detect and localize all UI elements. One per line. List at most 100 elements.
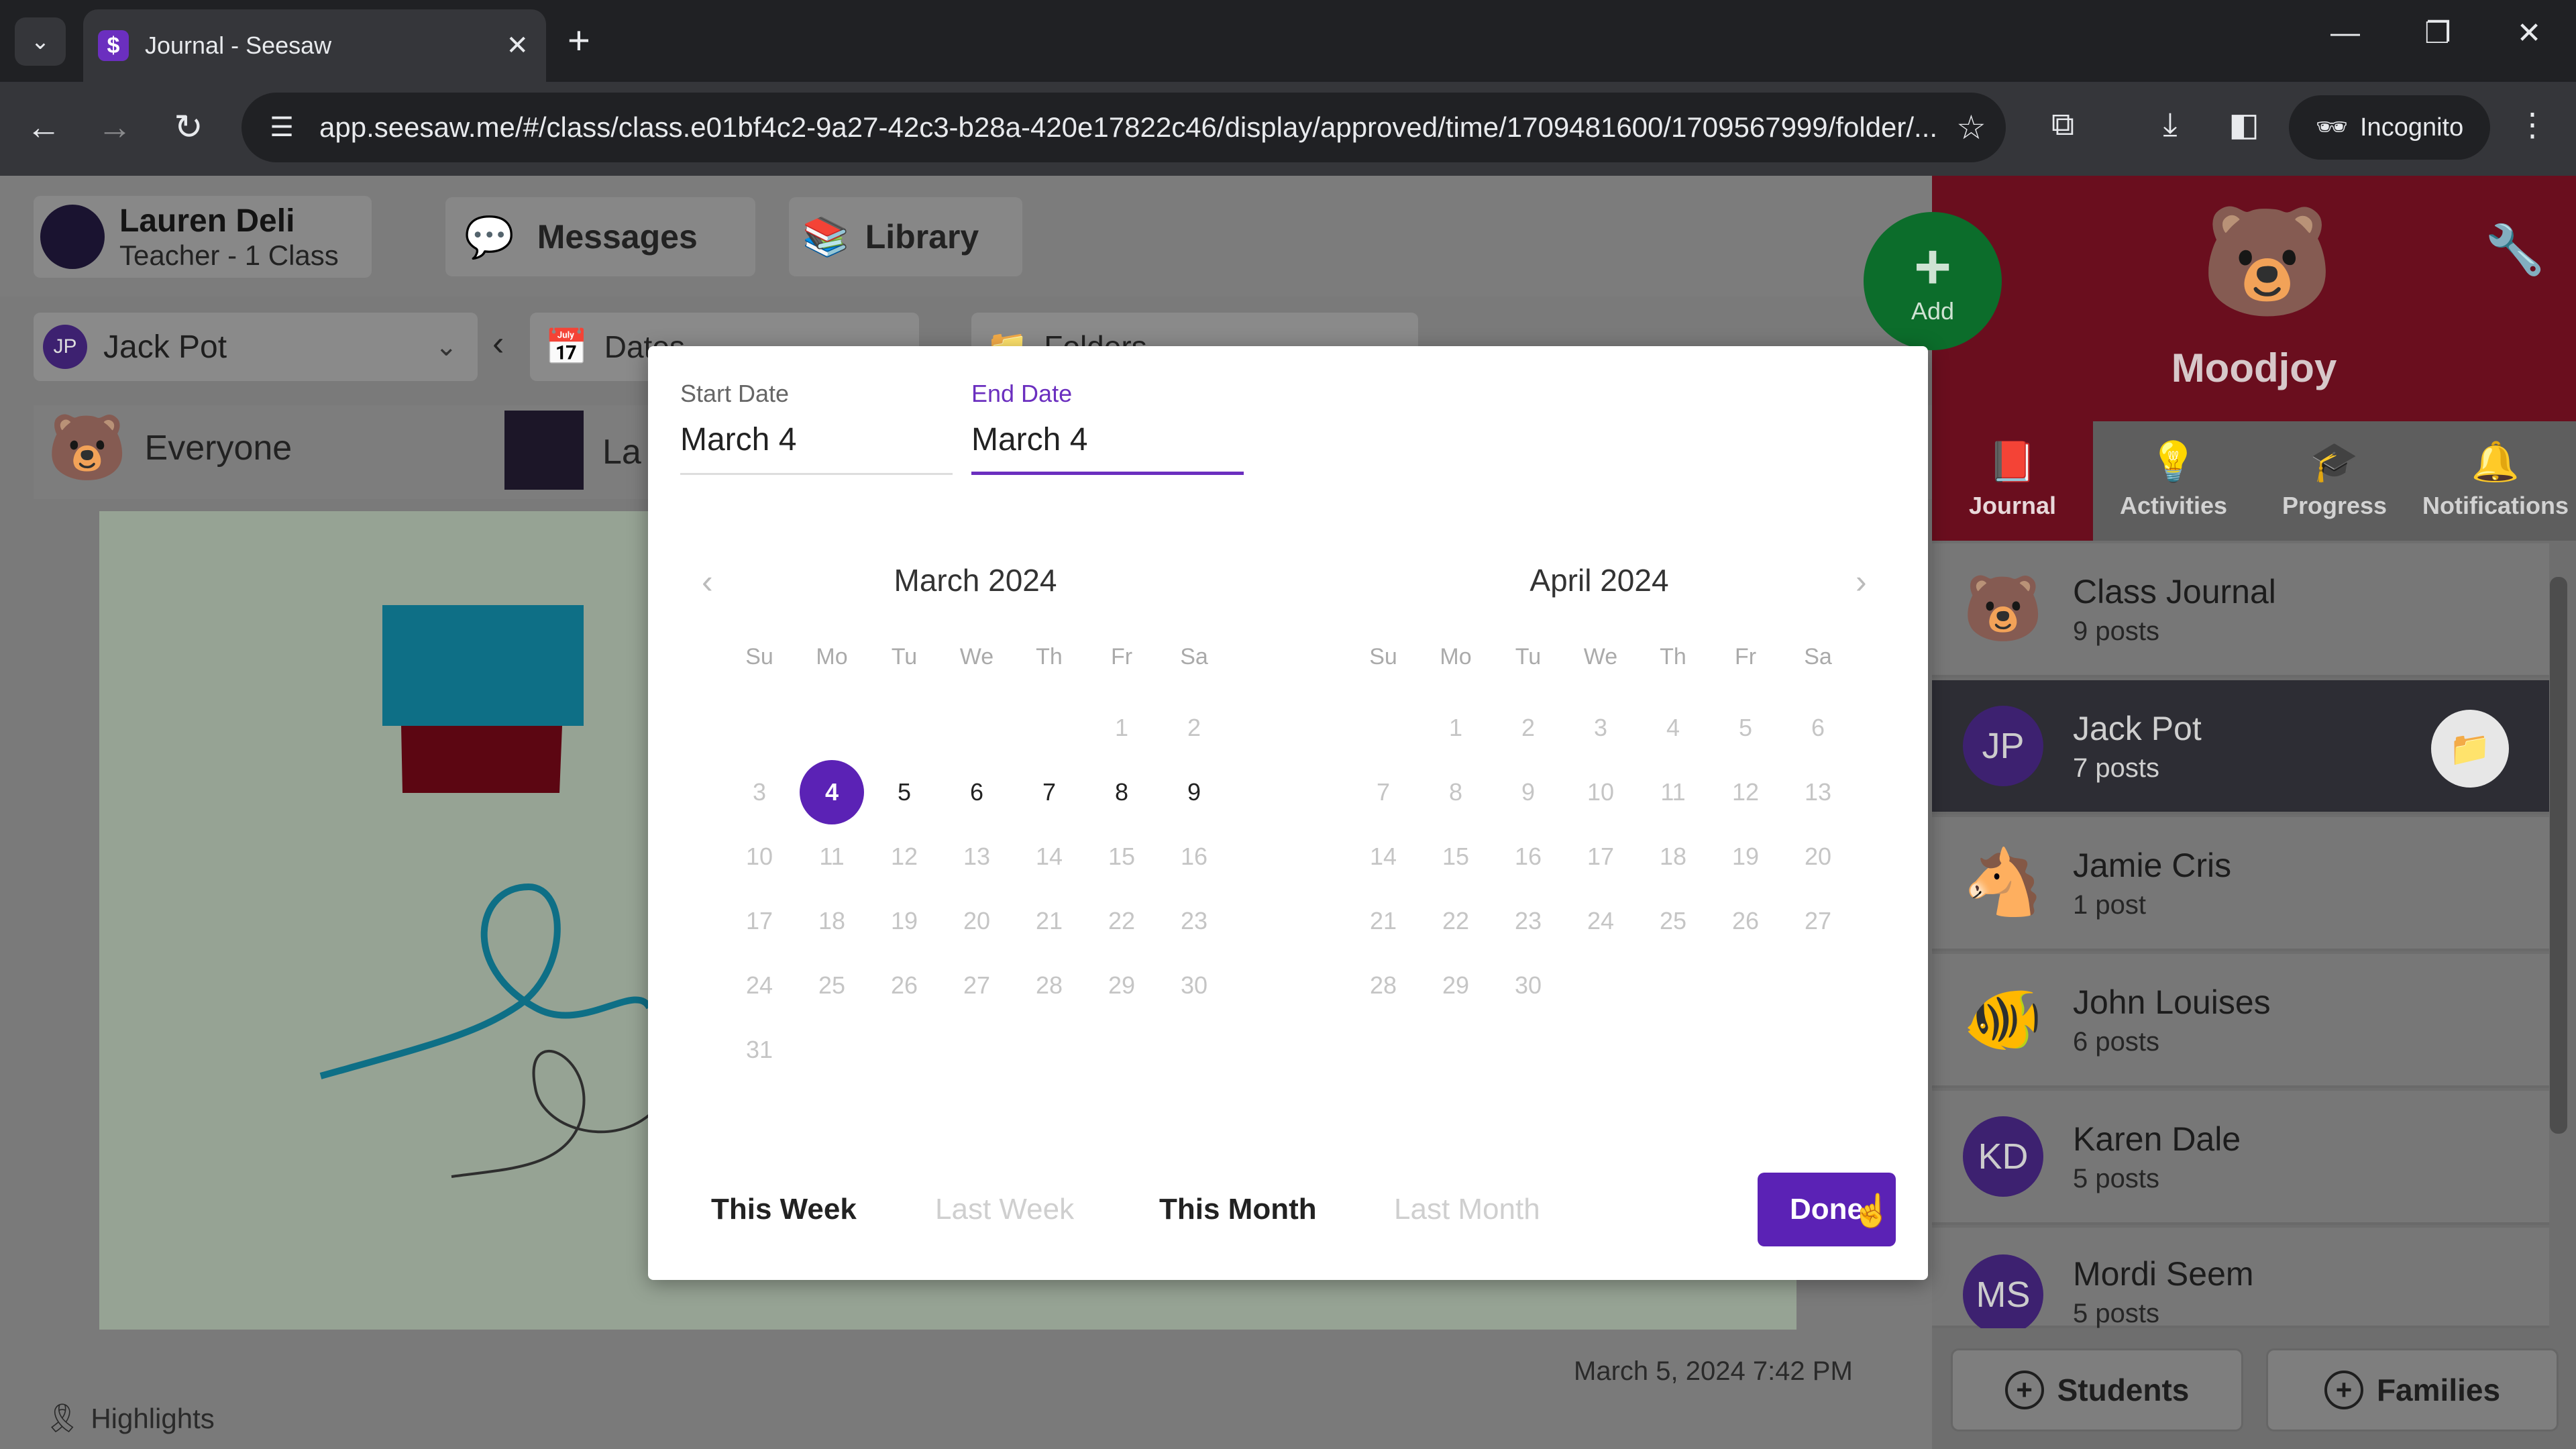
preset-this-month[interactable]: This Month — [1159, 1193, 1317, 1226]
plus-circle-icon: + — [2004, 1371, 2044, 1409]
tab-journal-label: Journal — [1968, 492, 2057, 519]
post-count: 5 posts — [2073, 1299, 2159, 1328]
calendar-march: Su Mo Tu We Th Fr Sa 1 2 3 4 5 6 7 8 9 10 11 12 13 14 15 16 17 1… — [723, 644, 1230, 1082]
tab-progress[interactable]: 🎓 Progress — [2254, 421, 2415, 541]
sidebar-scrollbar[interactable] — [2546, 550, 2571, 1328]
drawing-rectangle — [382, 605, 584, 726]
student-name: John Louises — [2073, 983, 2271, 1021]
tab-notifications[interactable]: 🔔 Notifications — [2415, 421, 2576, 541]
preset-this-week[interactable]: This Week — [711, 1193, 857, 1226]
preset-last-week[interactable]: Last Week — [935, 1193, 1074, 1226]
student-folder-button[interactable]: 📁 — [2431, 710, 2509, 788]
student-thumbnail[interactable] — [504, 411, 584, 490]
weekday-header: We — [959, 644, 994, 669]
drawing-trapezoid — [401, 726, 562, 793]
restore-window-icon[interactable]: ❐ — [2411, 16, 2465, 50]
calendar-day[interactable]: 6 — [941, 760, 1013, 824]
close-tab-icon[interactable]: ✕ — [506, 30, 529, 61]
scrollbar-thumb[interactable] — [2550, 577, 2567, 1134]
calendar-april: Su Mo Tu We Th Fr Sa 1 2 3 4 5 6 7 8 9 10 11 12 13 14 15 16 17 1… — [1347, 644, 1854, 1018]
student-row-john-louises[interactable]: 🐠 John Louises 6 posts — [1932, 954, 2549, 1088]
new-tab-plus-icon[interactable]: + — [568, 17, 590, 64]
bookmark-star-icon[interactable]: ☆ — [1956, 108, 1986, 147]
tab-search-chevron-icon[interactable]: ⌄ — [15, 17, 66, 66]
calendar-day[interactable]: 7 — [1013, 760, 1085, 824]
student-filter-select[interactable]: JP Jack Pot ⌄ — [34, 313, 478, 381]
calendar-day: 23 — [1180, 907, 1208, 934]
weekday-header: Mo — [816, 644, 848, 669]
preset-last-month[interactable]: Last Month — [1394, 1193, 1540, 1226]
student-name: Jack Pot — [2073, 709, 2202, 747]
calendar-day[interactable]: 8 — [1085, 760, 1158, 824]
address-bar[interactable]: ☰ app.seesaw.me/#/class/class.e01bf4c2-9… — [241, 93, 2006, 162]
messages-button[interactable]: 💬 Messages — [445, 197, 755, 276]
user-card[interactable]: Lauren Deli Teacher - 1 Class — [34, 196, 372, 278]
weekday-header: Tu — [891, 644, 918, 669]
empty-day-cell — [1013, 696, 1085, 760]
tab-activities[interactable]: 💡 Activities — [2093, 421, 2254, 541]
student-row-karen-dale[interactable]: KD Karen Dale 5 posts — [1932, 1091, 2549, 1225]
calendar-day: 15 — [1108, 843, 1136, 870]
add-button[interactable]: + Add — [1864, 212, 2002, 350]
end-date-label: End Date — [971, 380, 1073, 407]
calendar-day: 19 — [1731, 843, 1760, 870]
url-text[interactable]: app.seesaw.me/#/class/class.e01bf4c2-9a2… — [319, 111, 1943, 144]
everyone-filter[interactable]: 🐻 Everyone — [47, 411, 292, 486]
browser-menu-icon[interactable]: ⋮ — [2509, 106, 2556, 144]
start-date-input[interactable]: March 4 — [680, 421, 953, 475]
next-month-chevron-icon[interactable]: › — [1856, 562, 1867, 601]
month-title-march: March 2024 — [894, 563, 1057, 598]
back-arrow-icon[interactable]: ← — [20, 107, 67, 148]
calendar-day: 28 — [1369, 971, 1397, 999]
calendar-day: 9 — [1521, 778, 1536, 806]
chevron-left-icon[interactable]: ‹ — [492, 323, 504, 364]
reload-icon[interactable]: ↻ — [165, 107, 212, 148]
calendar-day: 7 — [1376, 778, 1391, 806]
weekday-header: Th — [1036, 644, 1063, 669]
download-icon[interactable]: ⤓ — [2147, 106, 2194, 144]
extensions-icon[interactable]: ⧉ — [2039, 106, 2086, 144]
rainbow-bear-avatar-icon: 🐻 — [1963, 573, 2043, 645]
incognito-badge[interactable]: 🕶 Incognito — [2289, 95, 2490, 160]
drawing-black-stroke — [451, 1049, 651, 1178]
student-initials-avatar: JP — [43, 325, 87, 369]
student-initials-avatar: MS — [1963, 1254, 2043, 1335]
calendar-day: 13 — [963, 843, 991, 870]
calendar-day: 30 — [1180, 971, 1208, 999]
tab-notifications-label: Notifications — [2422, 492, 2569, 519]
student-row-mordi-seem[interactable]: MS Mordi Seem 5 posts — [1932, 1228, 2549, 1335]
weekday-header: Sa — [1804, 644, 1832, 669]
side-panel-icon[interactable]: ◧ — [2220, 106, 2267, 144]
site-info-icon[interactable]: ☰ — [262, 107, 302, 148]
folder-icon: 📁 — [2449, 729, 2491, 767]
students-button[interactable]: + Students — [1951, 1348, 2243, 1432]
calendar-day: 10 — [1587, 778, 1615, 806]
library-books-icon: 📚 — [802, 215, 849, 258]
weekday-header: Tu — [1515, 644, 1542, 669]
browser-tab[interactable]: $ Journal - Seesaw ✕ — [83, 9, 546, 82]
wrench-settings-icon[interactable]: 🔧 — [2485, 221, 2545, 278]
calendar-day: 6 — [1811, 714, 1825, 741]
forward-arrow-icon[interactable]: → — [91, 107, 138, 148]
student-row-class-journal[interactable]: 🐻 Class Journal 9 posts — [1932, 543, 2549, 678]
calendar-day: 12 — [890, 843, 918, 870]
minimize-icon[interactable]: — — [2318, 16, 2372, 50]
calendar-day[interactable]: 4 — [796, 760, 868, 824]
calendar-day: 17 — [745, 907, 773, 934]
lightbulb-icon: 💡 — [2149, 440, 2198, 484]
previous-month-chevron-icon[interactable]: ‹ — [702, 562, 713, 601]
calendar-day[interactable]: 9 — [1158, 760, 1230, 824]
calendar-day: 2 — [1521, 714, 1536, 741]
student-row-jack-pot[interactable]: JP Jack Pot 7 posts 📁 — [1932, 680, 2549, 814]
highlights-link[interactable]: 🎗 Highlights — [44, 1402, 215, 1435]
calendar-day: 25 — [818, 971, 846, 999]
families-button[interactable]: + Families — [2266, 1348, 2559, 1432]
calendar-day: 31 — [745, 1036, 773, 1063]
calendar-day: 19 — [890, 907, 918, 934]
close-window-icon[interactable]: ✕ — [2502, 16, 2556, 50]
end-date-input[interactable]: March 4 — [971, 421, 1244, 475]
library-button[interactable]: 📚 Library — [789, 197, 1022, 276]
calendar-day[interactable]: 5 — [868, 760, 941, 824]
tab-journal[interactable]: 📕 Journal — [1932, 421, 2093, 541]
student-row-jamie-cris[interactable]: 🐴 Jamie Cris 1 post — [1932, 817, 2549, 951]
